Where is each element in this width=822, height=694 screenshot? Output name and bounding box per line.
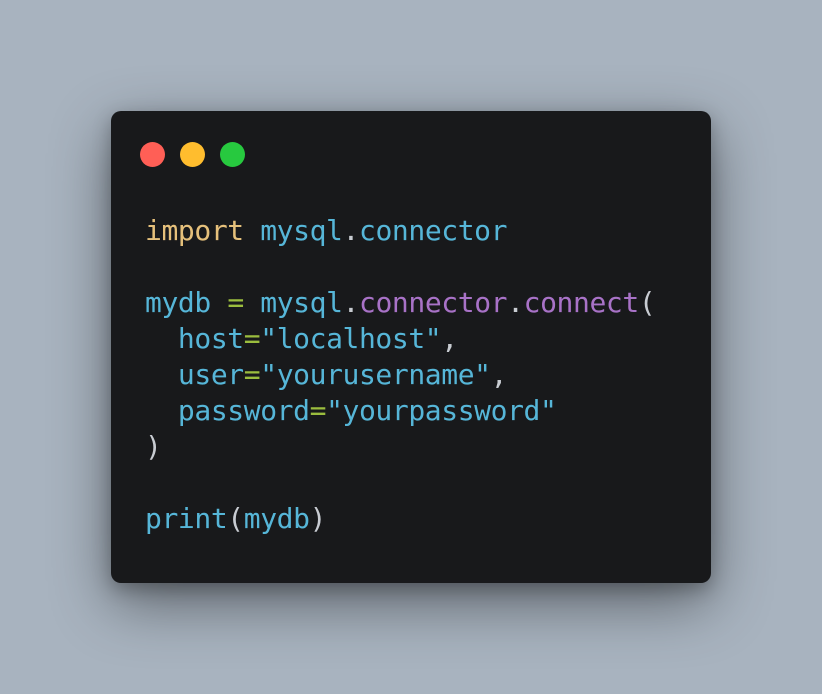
code-token: ( bbox=[227, 502, 244, 535]
minimize-dot-icon[interactable] bbox=[180, 142, 205, 167]
code-token: = bbox=[243, 358, 261, 391]
code-line: user="yourusername", bbox=[145, 357, 655, 393]
code-token: , bbox=[441, 322, 458, 355]
code-token: . bbox=[342, 214, 360, 247]
code-window: import mysql.connector mydb = mysql.conne… bbox=[111, 111, 711, 583]
code-line: import mysql.connector bbox=[145, 213, 655, 249]
code-line: print(mydb) bbox=[145, 501, 655, 537]
code-token: , bbox=[490, 358, 508, 391]
close-dot-icon[interactable] bbox=[140, 142, 165, 167]
code-token: . bbox=[342, 286, 360, 319]
code-token: connector bbox=[359, 286, 508, 319]
code-token: user bbox=[177, 358, 244, 391]
code-token: = bbox=[243, 322, 261, 355]
code-line: ) bbox=[145, 429, 655, 465]
code-token: "yourusername" bbox=[260, 358, 491, 391]
code-token: ) bbox=[309, 502, 327, 535]
code-token: mydb bbox=[243, 502, 310, 535]
code-token: ) bbox=[145, 430, 162, 463]
code-token: = bbox=[227, 286, 244, 319]
code-token: import bbox=[145, 214, 244, 247]
code-token: "localhost" bbox=[260, 322, 442, 355]
maximize-dot-icon[interactable] bbox=[220, 142, 245, 167]
code-line: password="yourpassword" bbox=[145, 393, 655, 429]
code-line: host="localhost", bbox=[145, 321, 655, 357]
code-token: ( bbox=[638, 286, 656, 319]
code-block: import mysql.connector mydb = mysql.conne… bbox=[145, 213, 656, 537]
code-token: "yourpassword" bbox=[326, 394, 557, 427]
code-token: . bbox=[507, 286, 524, 319]
code-token: print bbox=[145, 502, 228, 535]
code-token: = bbox=[309, 394, 327, 427]
code-line: mydb = mysql.connector.connect( bbox=[145, 285, 656, 321]
code-token: password bbox=[177, 394, 310, 427]
code-token: connector bbox=[358, 214, 508, 247]
code-token: host bbox=[177, 322, 244, 355]
code-token: mysql bbox=[260, 286, 343, 319]
code-token: connect bbox=[523, 286, 640, 319]
code-token: mysql bbox=[260, 214, 343, 247]
code-token: mydb bbox=[145, 286, 211, 319]
